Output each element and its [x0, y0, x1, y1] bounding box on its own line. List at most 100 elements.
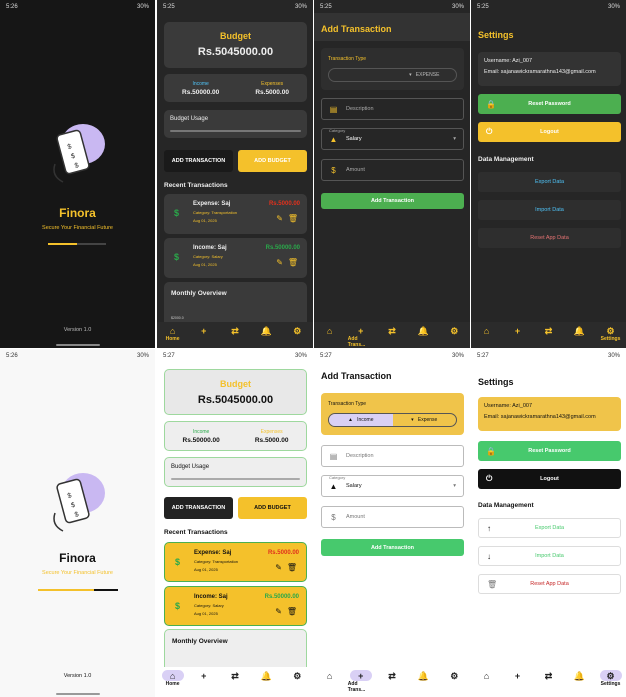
description-placeholder: Description: [346, 106, 374, 112]
recent-transactions-title: Recent Transactions: [164, 182, 228, 189]
nav-notifications[interactable]: 🔔: [567, 670, 593, 681]
status-battery: 30%: [136, 352, 149, 359]
nav-settings[interactable]: ⚙: [441, 670, 467, 681]
budget-label: Budget: [220, 379, 251, 389]
nav-settings[interactable]: ⚙ Settings: [598, 670, 624, 687]
edit-icon[interactable]: ✎: [276, 258, 283, 267]
transaction-card[interactable]: $ Expense: Saj Category: Transportation …: [164, 194, 307, 234]
income-expense-card: Income Rs.50000.00 Expenses Rs.5000.00: [164, 421, 307, 451]
transaction-card[interactable]: $ Income: Saj Category: Salary Aug 01, 2…: [164, 586, 307, 626]
nav-add-label: Add Trans...: [347, 336, 366, 348]
settings-screen-dark: 5:25 30% Settings Username: Azi_007 Email…: [471, 0, 626, 348]
logout-button[interactable]: ⏻ Logout: [478, 469, 621, 489]
expense-option[interactable]: ▾ EXPENSE: [393, 69, 457, 81]
nav-settings[interactable]: ⚙: [284, 325, 310, 336]
budget-usage-card: Budget Usage: [164, 457, 307, 487]
nav-home[interactable]: ⌂ Home: [160, 325, 186, 343]
status-time: 5:26: [6, 352, 18, 359]
amount-placeholder: Amount: [346, 167, 365, 173]
nav-home[interactable]: ⌂: [474, 325, 500, 336]
nav-add-label: Add Trans...: [347, 681, 366, 693]
edit-icon[interactable]: ✎: [275, 563, 282, 572]
income-option[interactable]: [329, 69, 393, 81]
add-transaction-submit[interactable]: Add Transaction: [321, 539, 464, 556]
transaction-amount: Rs.5000.00: [267, 550, 299, 556]
budget-amount: Rs.5045000.00: [197, 46, 274, 58]
nav-transactions[interactable]: ⇄: [379, 325, 405, 336]
income-option[interactable]: ▲ Income: [329, 414, 393, 426]
nav-add[interactable]: +: [505, 670, 531, 681]
nav-transactions[interactable]: ⇄: [536, 325, 562, 336]
nav-add[interactable]: +: [191, 670, 217, 681]
nav-transactions[interactable]: ⇄: [222, 670, 248, 681]
lock-icon: 🔒: [486, 99, 496, 109]
trash-icon[interactable]: 🗑: [287, 607, 297, 616]
nav-transactions[interactable]: ⇄: [536, 670, 562, 681]
add-budget-button[interactable]: ADD BUDGET: [238, 497, 307, 519]
transaction-card[interactable]: $ Expense: Saj Category: Transportation …: [164, 542, 307, 582]
add-transaction-submit[interactable]: Add Transaction: [321, 193, 464, 209]
nav-settings[interactable]: ⚙: [441, 325, 467, 336]
import-data-button[interactable]: Import Data: [478, 200, 621, 220]
import-data-button[interactable]: ↓ Import Data: [478, 546, 621, 566]
amount-field[interactable]: $ Amount: [321, 506, 464, 528]
status-bar: 5:26 30%: [0, 0, 155, 13]
trash-icon[interactable]: 🗑: [288, 258, 298, 267]
nav-notifications[interactable]: 🔔: [410, 670, 436, 681]
category-select[interactable]: Category ▲ Salary ▾: [321, 128, 464, 150]
budget-amount: Rs.5045000.00: [197, 394, 274, 406]
trash-icon[interactable]: 🗑: [287, 563, 297, 572]
gear-icon: ⚙: [293, 670, 302, 681]
amount-field[interactable]: $ Amount: [321, 159, 464, 181]
nav-notifications[interactable]: 🔔: [567, 325, 593, 336]
budget-label: Budget: [220, 31, 251, 41]
nav-add[interactable]: + Add Trans...: [348, 670, 374, 693]
nav-settings[interactable]: ⚙: [284, 670, 310, 681]
finora-logo: $ $ $: [53, 473, 105, 532]
nav-home[interactable]: ⌂: [474, 670, 500, 681]
logout-button[interactable]: ⏻ Logout: [478, 122, 621, 142]
category-label: Category: [329, 128, 346, 133]
add-transaction-button[interactable]: ADD TRANSACTION: [164, 150, 233, 172]
reset-password-button[interactable]: 🔒 Reset Password: [478, 441, 621, 461]
gear-icon: ⚙: [450, 670, 459, 681]
category-select[interactable]: Category ▲ Salary ▾: [321, 475, 464, 497]
nav-add[interactable]: + Add Trans...: [347, 325, 374, 349]
edit-icon[interactable]: ✎: [276, 214, 283, 223]
add-transaction-screen-dark: 5:25 30% Add Transaction Transaction Type…: [314, 0, 470, 348]
description-field[interactable]: ▤ Description: [321, 98, 464, 120]
nav-transactions[interactable]: ⇄: [379, 670, 405, 681]
data-management-title: Data Management: [478, 502, 534, 509]
swap-icon: ⇄: [544, 325, 553, 336]
nav-home[interactable]: ⌂ Home: [160, 670, 186, 687]
status-time: 5:25: [320, 3, 332, 10]
bell-icon: 🔔: [573, 670, 586, 681]
export-data-button[interactable]: ↑ Export Data: [478, 518, 621, 538]
status-battery: 30%: [451, 3, 464, 10]
nav-add[interactable]: +: [191, 325, 217, 336]
edit-icon[interactable]: ✎: [275, 607, 282, 616]
status-battery: 30%: [136, 3, 149, 10]
add-budget-button[interactable]: ADD BUDGET: [238, 150, 307, 172]
description-field[interactable]: ▤ Description: [321, 445, 464, 467]
nav-settings[interactable]: ⚙ Settings: [598, 325, 624, 343]
export-data-button[interactable]: Export Data: [478, 172, 621, 192]
expense-option[interactable]: ▾ Expense: [393, 414, 457, 426]
transaction-card[interactable]: $ Income: Saj Category: Salary Aug 01, 2…: [164, 238, 307, 278]
nav-transactions[interactable]: ⇄: [222, 325, 248, 336]
reset-password-button[interactable]: 🔒 Reset Password: [478, 94, 621, 114]
transaction-amount: Rs.50000.00: [265, 245, 300, 251]
add-transaction-button[interactable]: ADD TRANSACTION: [164, 497, 233, 519]
nav-home[interactable]: ⌂: [317, 670, 343, 681]
trash-icon[interactable]: 🗑: [288, 214, 298, 223]
reset-app-data-button[interactable]: 🗑 Reset App Data: [478, 574, 621, 594]
nav-home[interactable]: ⌂: [317, 325, 343, 336]
nav-notifications[interactable]: 🔔: [253, 670, 279, 681]
reset-app-data-button[interactable]: Reset App Data: [478, 228, 621, 248]
transaction-type-label: Transaction Type: [328, 56, 367, 62]
nav-add[interactable]: +: [505, 325, 531, 336]
nav-notifications[interactable]: 🔔: [253, 325, 279, 336]
gear-icon: ⚙: [599, 670, 622, 681]
nav-notifications[interactable]: 🔔: [410, 325, 436, 336]
home-icon: ⌂: [326, 670, 333, 681]
